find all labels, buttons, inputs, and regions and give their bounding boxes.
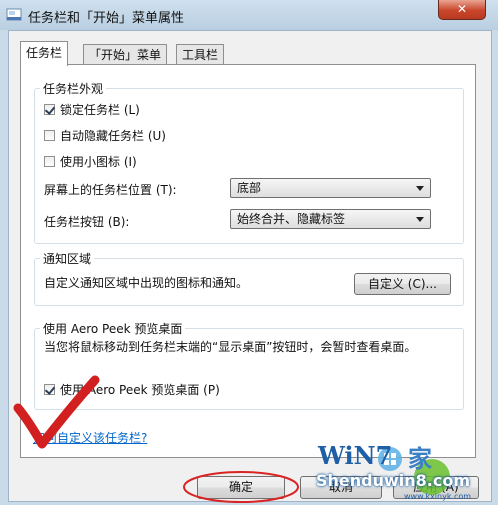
help-link[interactable]: 如何自定义该任务栏?: [33, 429, 147, 446]
taskbar-properties-icon: [6, 8, 22, 21]
watermark-site: Shenduwin8.com: [316, 471, 471, 490]
position-dropdown[interactable]: 底部: [230, 178, 431, 198]
lock-taskbar-checkbox[interactable]: 锁定任务栏 (L): [44, 101, 140, 118]
appearance-legend: 任务栏外观: [40, 80, 107, 97]
tab-taskbar-label: 任务栏: [26, 46, 63, 60]
small-icons-label: 使用小图标 (I): [60, 155, 137, 169]
close-button[interactable]: ✕: [438, 0, 486, 20]
small-icons-box: [44, 156, 55, 167]
watermark: WiN7 家 Shenduwin8.com www.kxinyk.com: [312, 437, 498, 505]
tab-start-menu-label: 「开始」菜单: [89, 48, 162, 62]
buttons-value: 始终合并、隐藏标签: [237, 212, 346, 226]
position-value: 底部: [237, 181, 262, 195]
lock-taskbar-checkmark: [44, 104, 55, 115]
watermark-url: www.kxinyk.com: [404, 492, 472, 501]
aero-peek-legend: 使用 Aero Peek 预览桌面: [40, 320, 186, 337]
auto-hide-box: [44, 130, 55, 141]
auto-hide-label: 自动隐藏任务栏 (U): [60, 129, 166, 143]
aero-peek-description: 当您将鼠标移动到任务栏末端的“显示桌面”按钮时，会暂时查看桌面。: [44, 340, 417, 354]
ok-button-label: 确定: [228, 480, 253, 494]
customize-button-label: 自定义 (C)...: [367, 277, 437, 291]
buttons-dropdown[interactable]: 始终合并、隐藏标签: [230, 209, 431, 229]
aero-peek-label: 使用 Aero Peek 预览桌面 (P): [60, 383, 220, 397]
ok-button[interactable]: 确定: [197, 476, 285, 499]
customize-button[interactable]: 自定义 (C)...: [354, 273, 451, 295]
buttons-label: 任务栏按钮 (B):: [44, 215, 130, 229]
notification-legend: 通知区域: [40, 250, 95, 267]
watermark-logo-text: WiN7: [318, 441, 393, 470]
position-label: 屏幕上的任务栏位置 (T):: [44, 183, 177, 197]
window-title: 任务栏和「开始」菜单属性: [28, 11, 185, 26]
tab-toolbars[interactable]: 工具栏: [176, 44, 225, 65]
chevron-down-icon: [416, 217, 424, 222]
tab-toolbars-label: 工具栏: [182, 48, 219, 62]
chevron-down-icon: [416, 186, 424, 191]
watermark-brand: 家: [408, 445, 432, 473]
close-icon: ✕: [456, 2, 468, 16]
tab-start-menu[interactable]: 「开始」菜单: [83, 44, 168, 65]
title-bar: 任务栏和「开始」菜单属性 ✕: [0, 0, 498, 30]
notification-text: 自定义通知区域中出现的图标和通知。: [44, 276, 249, 290]
aero-peek-checkbox[interactable]: 使用 Aero Peek 预览桌面 (P): [44, 381, 220, 398]
tab-taskbar[interactable]: 任务栏: [20, 41, 69, 66]
small-icons-checkbox[interactable]: 使用小图标 (I): [44, 153, 137, 170]
auto-hide-checkbox[interactable]: 自动隐藏任务栏 (U): [44, 127, 166, 144]
aero-peek-checkmark: [44, 384, 55, 395]
lock-taskbar-label: 锁定任务栏 (L): [60, 103, 140, 117]
